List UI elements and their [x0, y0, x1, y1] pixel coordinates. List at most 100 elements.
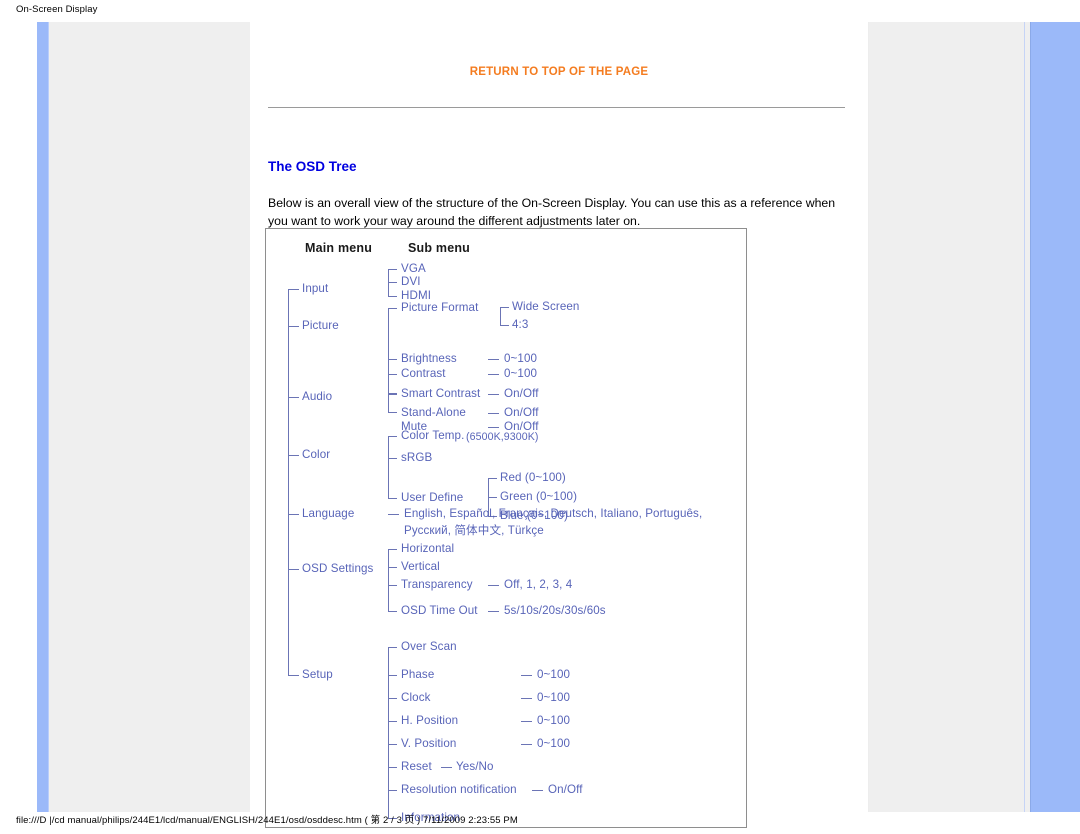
- picture-format-tick-wide: [500, 307, 509, 308]
- return-to-top-link[interactable]: RETURN TO TOP OF THE PAGE: [250, 66, 868, 78]
- setup-bracket-vline: [388, 647, 389, 818]
- value-phase: 0~100: [537, 668, 571, 681]
- sub-item-brightness[interactable]: Brightness: [401, 352, 457, 365]
- sub-item-srgb[interactable]: sRGB: [401, 451, 432, 464]
- value-clock: 0~100: [537, 691, 571, 704]
- print-footer-url: file:///D |/cd manual/philips/244E1/lcd/…: [16, 815, 518, 826]
- intro-paragraph: Below is an overall view of the structur…: [268, 196, 836, 228]
- page-title: The OSD Tree: [268, 159, 357, 174]
- sub-item-vertical[interactable]: Vertical: [401, 560, 440, 573]
- stand-alone-dash: [488, 413, 499, 414]
- picture-tick-format: [388, 308, 397, 309]
- osd-settings-tick-timeout: [388, 611, 397, 612]
- transparency-dash: [488, 585, 499, 586]
- value-reset: Yes/No: [456, 760, 494, 773]
- phase-dash: [521, 675, 532, 676]
- left-accent-bar: [37, 22, 49, 812]
- sub-item-transparency[interactable]: Transparency: [401, 578, 473, 591]
- right-accent-bar: [1030, 22, 1080, 812]
- language-list-line-2: Русский, 简体中文, Türkçe: [404, 524, 544, 537]
- sub-item-wide-screen[interactable]: Wide Screen: [512, 300, 579, 313]
- clock-dash: [521, 698, 532, 699]
- user-define-tick-green: [488, 497, 497, 498]
- main-content-column: RETURN TO TOP OF THE PAGE The OSD Tree B…: [250, 22, 868, 828]
- smart-contrast-dash: [488, 394, 499, 395]
- osd-settings-tick-transparency: [388, 585, 397, 586]
- main-menu-color[interactable]: Color: [302, 448, 330, 461]
- resolution-notification-dash: [532, 790, 543, 791]
- picture-tick-contrast: [388, 374, 397, 375]
- sub-item-green[interactable]: Green (0~100): [500, 490, 577, 503]
- osd-tree-diagram: Main menu Sub menu Input VGA DVI HDMI Pi…: [265, 228, 747, 828]
- input-tick-dvi: [388, 282, 397, 283]
- osd-settings-tick-horizontal: [388, 549, 397, 550]
- setup-tick-reset: [388, 767, 397, 768]
- sub-item-vga[interactable]: VGA: [401, 262, 426, 275]
- sub-item-4-3[interactable]: 4:3: [512, 318, 528, 331]
- sub-item-picture-format[interactable]: Picture Format: [401, 301, 478, 314]
- sub-item-v-position[interactable]: V. Position: [401, 737, 456, 750]
- horizontal-divider: [268, 107, 845, 108]
- osd-time-out-dash: [488, 611, 499, 612]
- osd-settings-tick-vertical: [388, 567, 397, 568]
- sub-item-user-define[interactable]: User Define: [401, 491, 463, 504]
- color-tick-srgb: [388, 458, 397, 459]
- main-menu-setup[interactable]: Setup: [302, 668, 333, 681]
- print-header-title: On-Screen Display: [16, 4, 98, 15]
- sub-item-red[interactable]: Red (0~100): [500, 471, 566, 484]
- sub-item-stand-alone[interactable]: Stand-Alone: [401, 406, 466, 419]
- language-dash: [388, 514, 399, 515]
- picture-bracket-vline: [388, 308, 389, 394]
- audio-tick-stand-alone: [388, 393, 397, 394]
- value-stand-alone: On/Off: [504, 406, 539, 419]
- picture-tick-brightness: [388, 359, 397, 360]
- spine-tick-osd-settings: [288, 569, 299, 570]
- spine-tick-setup: [288, 675, 299, 676]
- sub-item-resolution-notification[interactable]: Resolution notification: [401, 783, 517, 796]
- setup-tick-resolution-notification: [388, 790, 397, 791]
- sub-item-contrast[interactable]: Contrast: [401, 367, 446, 380]
- contrast-dash: [488, 374, 499, 375]
- main-menu-language[interactable]: Language: [302, 507, 354, 520]
- sub-item-h-position[interactable]: H. Position: [401, 714, 458, 727]
- main-menu-osd-settings[interactable]: OSD Settings: [302, 562, 373, 575]
- picture-format-tick-43: [500, 325, 509, 326]
- language-list-line-1: English, Español, Français, Deutsch, Ita…: [404, 507, 703, 520]
- sub-item-over-scan[interactable]: Over Scan: [401, 640, 457, 653]
- sub-item-phase[interactable]: Phase: [401, 668, 434, 681]
- picture-tick-smart-contrast: [388, 394, 397, 395]
- main-menu-picture[interactable]: Picture: [302, 319, 339, 332]
- spine-tick-input: [288, 289, 299, 290]
- color-temp-values: (6500K,9300K): [466, 431, 539, 443]
- color-tick-temp: [388, 436, 397, 437]
- sub-item-clock[interactable]: Clock: [401, 691, 431, 704]
- sub-item-smart-contrast[interactable]: Smart Contrast: [401, 387, 480, 400]
- picture-format-bracket-vline: [500, 307, 501, 325]
- setup-tick-h-position: [388, 721, 397, 722]
- setup-tick-phase: [388, 675, 397, 676]
- sub-item-dvi[interactable]: DVI: [401, 275, 421, 288]
- input-tick-vga: [388, 269, 397, 270]
- sub-item-osd-time-out[interactable]: OSD Time Out: [401, 604, 478, 617]
- print-preview-page: On-Screen Display RETURN TO TOP OF THE P…: [0, 0, 1080, 834]
- tree-header-sub-menu: Sub menu: [408, 241, 471, 255]
- main-menu-input[interactable]: Input: [302, 282, 328, 295]
- audio-tick-mute: [388, 412, 397, 413]
- value-transparency: Off, 1, 2, 3, 4: [504, 578, 573, 591]
- spine-tick-color: [288, 455, 299, 456]
- osd-settings-bracket-vline: [388, 549, 389, 611]
- value-contrast-range: 0~100: [504, 367, 538, 380]
- right-sidebar-panel: [868, 22, 1030, 812]
- right-hairline-divider: [1024, 22, 1025, 812]
- brightness-dash: [488, 359, 499, 360]
- value-smart-contrast: On/Off: [504, 387, 539, 400]
- sub-item-reset[interactable]: Reset: [401, 760, 432, 773]
- spine-tick-picture: [288, 326, 299, 327]
- tree-header-main-menu: Main menu: [305, 241, 373, 255]
- value-v-position: 0~100: [537, 737, 571, 750]
- sub-item-horizontal[interactable]: Horizontal: [401, 542, 454, 555]
- main-menu-audio[interactable]: Audio: [302, 390, 332, 403]
- color-tick-user-define: [388, 498, 397, 499]
- color-bracket-vline: [388, 436, 389, 498]
- sub-item-color-temp[interactable]: Color Temp.: [401, 429, 464, 442]
